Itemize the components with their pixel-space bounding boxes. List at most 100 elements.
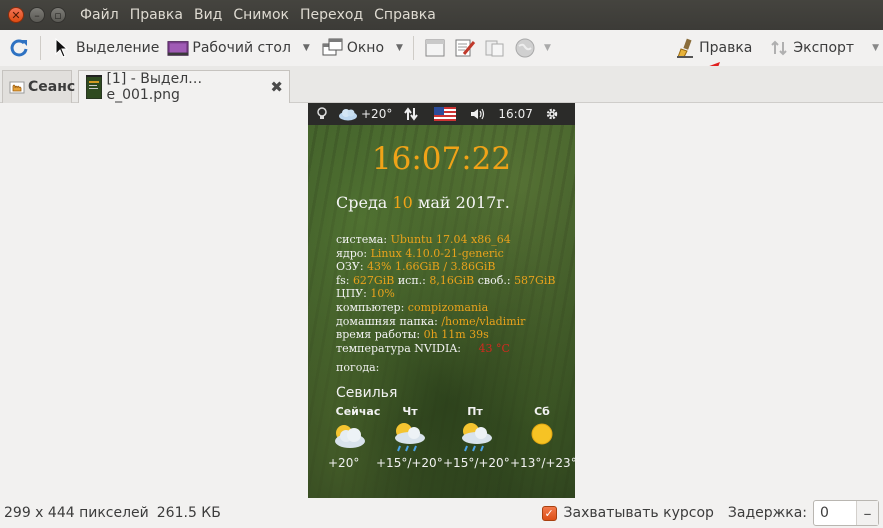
selection-label: Выделение	[76, 40, 160, 56]
delay-label: Задержка:	[727, 505, 807, 521]
info-row: температура NVIDIA: 43 °C	[336, 342, 555, 356]
us-flag-icon	[434, 107, 457, 121]
date-day: 10	[392, 193, 413, 212]
volume-icon	[470, 107, 486, 121]
status-bar: 299 x 444 пикселей 261.5 КБ ✓ Захватыват…	[0, 498, 883, 528]
image-dimensions: 299 x 444 пикселей	[4, 505, 149, 521]
open-window-tool[interactable]	[420, 33, 450, 63]
captured-image: +20° 16:07 16:07:22 Среда 10 май 2017г. …	[308, 103, 575, 498]
desktop-dropdown-icon[interactable]: ▼	[303, 43, 310, 53]
window-button[interactable]: Окно ▼	[318, 33, 407, 63]
system-info: система: Ubuntu 17.04 x86_64 ядро: Linux…	[336, 233, 555, 375]
close-window-button[interactable]: ✕	[8, 7, 24, 23]
panel-temp: +20°	[361, 107, 393, 121]
maximize-window-button[interactable]: ▫	[50, 7, 66, 23]
capture-cursor-checkbox[interactable]: ✓	[541, 505, 557, 521]
tab-session[interactable]: Сеанс	[2, 70, 76, 103]
tab-bar: Сеанс [1] - Выдел…e_001.png ✖	[0, 66, 883, 103]
info-label: fs:	[336, 273, 350, 287]
info-label: ОЗУ:	[336, 260, 364, 274]
refresh-button[interactable]	[4, 33, 34, 63]
info-row: ядро: Linux 4.10.0-21-generic	[336, 247, 555, 261]
info-row: fs: 627GiB исп.: 8,16GiB своб.: 587GiB	[336, 274, 555, 288]
desktop-button[interactable]: Рабочий стол ▼	[163, 33, 313, 63]
window-controls: ✕ – ▫	[8, 7, 66, 23]
window-label: Окно	[346, 40, 385, 56]
date-line: Среда 10 май 2017г.	[336, 193, 510, 212]
menu-help[interactable]: Справка	[374, 7, 436, 23]
forecast-day: Чт	[402, 405, 418, 418]
delay-value[interactable]: 0	[814, 505, 856, 521]
minimize-window-button[interactable]: –	[29, 7, 45, 23]
info-label: ядро:	[336, 246, 368, 260]
upload-dropdown-icon[interactable]: ▼	[544, 43, 551, 53]
copy-tool[interactable]	[480, 33, 510, 63]
upload-tool[interactable]: ▼	[510, 33, 555, 63]
clipboard-icon	[484, 37, 506, 59]
paint-brush-icon	[674, 37, 696, 59]
info-row: ЦПУ: 10%	[336, 287, 555, 301]
hand-icon	[9, 78, 25, 96]
close-tab-icon[interactable]: ✖	[270, 78, 283, 96]
capture-cursor-label: Захватывать курсор	[563, 505, 714, 521]
weather-city: Севилья	[336, 385, 398, 401]
gear-icon	[545, 107, 559, 121]
info-value: 10%	[370, 287, 395, 301]
desktop-label: Рабочий стол	[192, 40, 291, 56]
bulb-icon	[316, 107, 328, 121]
info-label: компьютер:	[336, 300, 405, 314]
forecast-temp: +15°/+20°	[443, 456, 510, 470]
rain-sun-icon	[440, 421, 510, 453]
info-value: 627GiB	[352, 273, 395, 287]
tab-file-label: [1] - Выдел…e_001.png	[106, 71, 203, 103]
big-clock: 16:07:22	[371, 141, 512, 177]
info-row: погода:	[336, 361, 555, 375]
desktop-icon	[167, 37, 189, 59]
toolbar-separator	[412, 36, 414, 60]
delay-spinbox[interactable]: 0 –	[813, 500, 879, 526]
document-edit-icon	[454, 37, 476, 59]
rain-sun-icon	[373, 421, 443, 453]
window-dropdown-icon[interactable]: ▼	[396, 43, 403, 53]
info-row: компьютер: compizomania	[336, 301, 555, 315]
export-dropdown-icon[interactable]: ▼	[872, 43, 879, 53]
menu-edit[interactable]: Правка	[130, 7, 183, 23]
info-row: домашняя папка: /home/vladimir	[336, 315, 555, 329]
menu-view[interactable]: Вид	[194, 7, 222, 23]
menu-go[interactable]: Переход	[300, 7, 363, 23]
cursor-arrow-icon	[51, 37, 73, 59]
tab-session-label: Сеанс	[28, 79, 76, 95]
browser-window-icon	[424, 37, 446, 59]
network-arrows-icon	[404, 107, 419, 121]
info-value: 0h 11m 39s	[423, 328, 489, 342]
forecast-temp: +13°/+23°	[510, 456, 575, 470]
menu-snapshot[interactable]: Снимок	[233, 7, 289, 23]
info-value: 8,16GiB	[429, 273, 475, 287]
info-label: ЦПУ:	[336, 287, 367, 301]
info-label: домашняя папка:	[336, 314, 438, 328]
decrease-delay-button[interactable]: –	[856, 501, 878, 525]
toolbar-separator	[40, 36, 41, 60]
export-label: Экспорт	[793, 40, 855, 56]
image-thumbnail-icon	[85, 75, 102, 99]
forecast-day: Пт	[467, 405, 483, 418]
export-button[interactable]: Экспорт ▼	[764, 33, 883, 63]
date-weekday: Среда	[336, 193, 388, 212]
info-row: время работы: 0h 11m 39s	[336, 328, 555, 342]
export-arrows-icon	[768, 37, 790, 59]
annotate-tool[interactable]	[450, 33, 480, 63]
info-label: время работы:	[336, 328, 421, 342]
phone-top-panel: +20° 16:07	[308, 103, 575, 125]
selection-button[interactable]: Выделение	[47, 33, 163, 63]
menu-file[interactable]: Файл	[80, 7, 119, 23]
info-value: 43% 1.66GiB / 3.86GiB	[367, 260, 496, 274]
info-value: 587GiB	[514, 273, 556, 287]
capture-cursor-option[interactable]: ✓ Захватывать курсор	[541, 505, 714, 521]
info-label: своб.:	[477, 273, 511, 287]
info-label: погода:	[336, 361, 380, 375]
info-value: /home/vladimir	[441, 314, 526, 328]
info-row: система: Ubuntu 17.04 x86_64	[336, 233, 555, 247]
edit-label: Правка	[699, 40, 753, 56]
panel-time: 16:07	[498, 107, 533, 121]
tab-file[interactable]: [1] - Выдел…e_001.png ✖	[78, 70, 290, 103]
